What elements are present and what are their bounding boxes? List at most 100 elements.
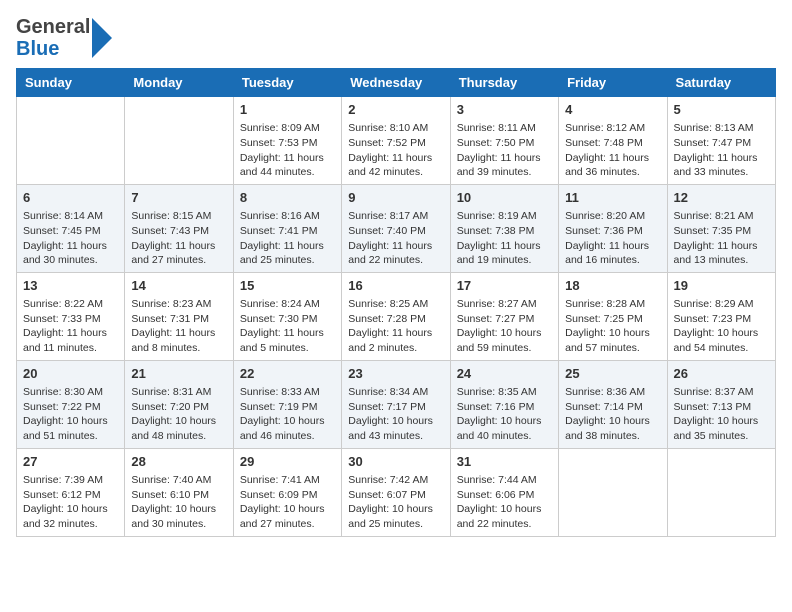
cell-info: Sunrise: 8:28 AM — [565, 297, 660, 312]
cell-info: Daylight: 11 hours and 42 minutes. — [348, 151, 443, 180]
calendar-cell: 8Sunrise: 8:16 AMSunset: 7:41 PMDaylight… — [233, 184, 341, 272]
header: General Blue — [16, 16, 776, 60]
day-number: 7 — [131, 189, 226, 207]
day-number: 31 — [457, 453, 552, 471]
calendar-week-row: 6Sunrise: 8:14 AMSunset: 7:45 PMDaylight… — [17, 184, 776, 272]
cell-info: Sunset: 7:50 PM — [457, 136, 552, 151]
day-number: 30 — [348, 453, 443, 471]
cell-info: Daylight: 11 hours and 30 minutes. — [23, 239, 118, 268]
day-number: 29 — [240, 453, 335, 471]
day-number: 3 — [457, 101, 552, 119]
cell-info: Sunset: 7:17 PM — [348, 400, 443, 415]
cell-info: Sunset: 7:22 PM — [23, 400, 118, 415]
cell-info: Sunrise: 8:21 AM — [674, 209, 769, 224]
calendar-cell: 29Sunrise: 7:41 AMSunset: 6:09 PMDayligh… — [233, 448, 341, 536]
day-number: 15 — [240, 277, 335, 295]
cell-info: Daylight: 11 hours and 2 minutes. — [348, 326, 443, 355]
cell-info: Sunset: 7:31 PM — [131, 312, 226, 327]
day-number: 20 — [23, 365, 118, 383]
cell-info: Sunrise: 8:10 AM — [348, 121, 443, 136]
day-number: 12 — [674, 189, 769, 207]
cell-info: Daylight: 10 hours and 27 minutes. — [240, 502, 335, 531]
day-number: 28 — [131, 453, 226, 471]
logo-blue-text: Blue — [16, 38, 90, 60]
cell-info: Daylight: 10 hours and 25 minutes. — [348, 502, 443, 531]
cell-info: Sunrise: 8:13 AM — [674, 121, 769, 136]
cell-info: Daylight: 10 hours and 48 minutes. — [131, 414, 226, 443]
cell-info: Sunset: 7:27 PM — [457, 312, 552, 327]
cell-info: Sunset: 7:30 PM — [240, 312, 335, 327]
day-number: 23 — [348, 365, 443, 383]
cell-info: Daylight: 11 hours and 8 minutes. — [131, 326, 226, 355]
calendar-cell — [667, 448, 775, 536]
calendar-cell: 16Sunrise: 8:25 AMSunset: 7:28 PMDayligh… — [342, 272, 450, 360]
cell-info: Sunrise: 8:27 AM — [457, 297, 552, 312]
day-number: 8 — [240, 189, 335, 207]
cell-info: Sunrise: 7:39 AM — [23, 473, 118, 488]
calendar-cell: 14 Sunrise: 8:23 AMSunset: 7:31 PMDayligh… — [125, 272, 233, 360]
cell-info: Sunrise: 8:23 AM — [131, 297, 226, 312]
cell-info: Sunrise: 8:31 AM — [131, 385, 226, 400]
cell-info: Sunset: 7:20 PM — [131, 400, 226, 415]
day-number: 24 — [457, 365, 552, 383]
day-number: 16 — [348, 277, 443, 295]
weekday-header-cell: Thursday — [450, 69, 558, 97]
cell-info: Sunset: 7:48 PM — [565, 136, 660, 151]
cell-info: Sunset: 6:10 PM — [131, 488, 226, 503]
cell-info: Sunset: 7:14 PM — [565, 400, 660, 415]
calendar-cell: 4Sunrise: 8:12 AMSunset: 7:48 PMDaylight… — [559, 97, 667, 185]
cell-info: Daylight: 10 hours and 32 minutes. — [23, 502, 118, 531]
calendar-cell: 31Sunrise: 7:44 AMSunset: 6:06 PMDayligh… — [450, 448, 558, 536]
cell-info: Sunrise: 8:37 AM — [674, 385, 769, 400]
cell-info: Sunrise: 8:24 AM — [240, 297, 335, 312]
cell-info: Daylight: 11 hours and 25 minutes. — [240, 239, 335, 268]
cell-info: Sunset: 7:45 PM — [23, 224, 118, 239]
cell-info: Daylight: 11 hours and 11 minutes. — [23, 326, 118, 355]
cell-info: Sunset: 7:28 PM — [348, 312, 443, 327]
cell-info: Sunrise: 8:15 AM — [131, 209, 226, 224]
cell-info: Sunrise: 8:29 AM — [674, 297, 769, 312]
calendar-cell — [559, 448, 667, 536]
cell-info: Sunrise: 8:20 AM — [565, 209, 660, 224]
cell-info: Daylight: 10 hours and 22 minutes. — [457, 502, 552, 531]
logo-chevron-icon — [92, 18, 112, 58]
calendar-cell: 2Sunrise: 8:10 AMSunset: 7:52 PMDaylight… — [342, 97, 450, 185]
day-number: 4 — [565, 101, 660, 119]
calendar-cell: 28Sunrise: 7:40 AMSunset: 6:10 PMDayligh… — [125, 448, 233, 536]
day-number: 19 — [674, 277, 769, 295]
day-number: 18 — [565, 277, 660, 295]
calendar-week-row: 27Sunrise: 7:39 AMSunset: 6:12 PMDayligh… — [17, 448, 776, 536]
day-number: 17 — [457, 277, 552, 295]
weekday-header-row: SundayMondayTuesdayWednesdayThursdayFrid… — [17, 69, 776, 97]
calendar-cell: 22Sunrise: 8:33 AMSunset: 7:19 PMDayligh… — [233, 360, 341, 448]
calendar-cell: 5Sunrise: 8:13 AMSunset: 7:47 PMDaylight… — [667, 97, 775, 185]
cell-info: Sunrise: 8:11 AM — [457, 121, 552, 136]
day-number: 6 — [23, 189, 118, 207]
cell-info: Sunrise: 8:22 AM — [23, 297, 118, 312]
cell-info: Daylight: 11 hours and 13 minutes. — [674, 239, 769, 268]
calendar-cell: 10Sunrise: 8:19 AMSunset: 7:38 PMDayligh… — [450, 184, 558, 272]
cell-info: Sunset: 6:09 PM — [240, 488, 335, 503]
calendar-cell: 1Sunrise: 8:09 AMSunset: 7:53 PMDaylight… — [233, 97, 341, 185]
cell-info: Daylight: 11 hours and 5 minutes. — [240, 326, 335, 355]
cell-info: Daylight: 10 hours and 51 minutes. — [23, 414, 118, 443]
calendar-cell: 7Sunrise: 8:15 AMSunset: 7:43 PMDaylight… — [125, 184, 233, 272]
cell-info: Sunrise: 8:35 AM — [457, 385, 552, 400]
day-number: 10 — [457, 189, 552, 207]
calendar-cell: 11Sunrise: 8:20 AMSunset: 7:36 PMDayligh… — [559, 184, 667, 272]
cell-info: Sunset: 7:47 PM — [674, 136, 769, 151]
logo-container: General Blue — [16, 16, 112, 60]
cell-info: Daylight: 10 hours and 30 minutes. — [131, 502, 226, 531]
cell-info: Daylight: 10 hours and 43 minutes. — [348, 414, 443, 443]
cell-info: Sunset: 6:07 PM — [348, 488, 443, 503]
day-number: 14 — [131, 277, 226, 295]
day-number: 11 — [565, 189, 660, 207]
calendar-table: SundayMondayTuesdayWednesdayThursdayFrid… — [16, 68, 776, 537]
day-number: 9 — [348, 189, 443, 207]
cell-info: Sunset: 6:06 PM — [457, 488, 552, 503]
calendar-week-row: 20Sunrise: 8:30 AMSunset: 7:22 PMDayligh… — [17, 360, 776, 448]
day-number: 27 — [23, 453, 118, 471]
cell-info: Daylight: 10 hours and 46 minutes. — [240, 414, 335, 443]
day-number: 26 — [674, 365, 769, 383]
calendar-cell: 12Sunrise: 8:21 AMSunset: 7:35 PMDayligh… — [667, 184, 775, 272]
